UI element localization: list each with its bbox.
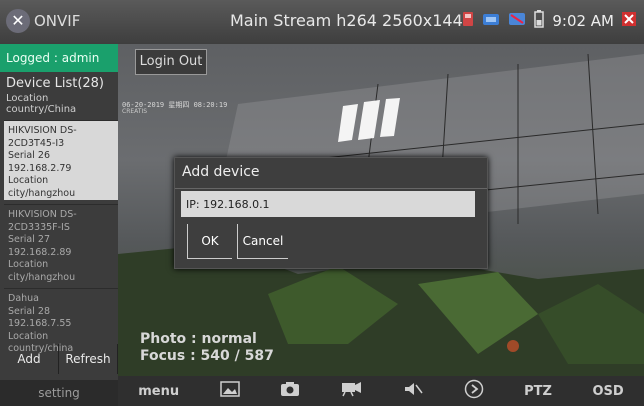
image-icon[interactable] (219, 381, 240, 401)
sidebar-actions: Add Refresh (0, 344, 118, 374)
title-bar: ✕ ONVIF Main Stream h264 2560x1440 9:02 … (0, 0, 644, 44)
refresh-button[interactable]: Refresh (59, 344, 118, 374)
focus-value: Focus : 540 / 587 (140, 348, 274, 364)
photo-info: Photo : normal Focus : 540 / 587 (140, 331, 274, 365)
bottom-toolbar: menu PTZ OSD (118, 376, 644, 406)
device-list-header: Device List(28) Location country/China (0, 76, 118, 115)
close-icon[interactable] (622, 11, 636, 31)
device-serial: Serial 26 (8, 150, 50, 161)
play-icon[interactable] (464, 379, 484, 403)
mute-icon[interactable] (403, 381, 423, 401)
usb-drive-icon (482, 11, 500, 31)
ptz-button[interactable]: PTZ (524, 384, 552, 399)
device-item[interactable]: Dahua Serial 28 192.168.7.55 Location co… (4, 288, 118, 354)
sd-card-icon (462, 11, 474, 31)
stream-title: Main Stream h264 2560x1440 (230, 11, 473, 30)
add-device-dialog: Add device OK Cancel (174, 157, 488, 269)
status-area: 9:02 AM (462, 10, 636, 32)
logged-user: Logged : admin (0, 44, 118, 72)
cancel-button[interactable]: Cancel (237, 224, 288, 259)
sidebar: Logged : admin Device List(28) Location … (0, 44, 118, 406)
device-name: Dahua (8, 293, 40, 304)
device-item[interactable]: HIKVISION DS-2CD3335F-IS Serial 27 192.1… (4, 204, 118, 283)
ip-input[interactable] (181, 191, 475, 217)
device-item[interactable]: HIKVISION DS-2CD3T45-I3 Serial 26 192.16… (4, 120, 118, 200)
clock: 9:02 AM (552, 12, 614, 30)
dialog-divider (175, 188, 487, 189)
camera-icon[interactable] (280, 381, 300, 401)
battery-icon (534, 10, 545, 32)
app-name: ONVIF (34, 12, 81, 30)
login-out-button[interactable]: Login Out (135, 49, 207, 75)
osd-button[interactable]: OSD (592, 384, 623, 399)
device-list-title: Device List(28) (6, 76, 105, 91)
device-location: Location city/hangzhou (8, 259, 76, 283)
osd-name: CREATIS (122, 108, 148, 115)
device-serial: Serial 28 (8, 305, 50, 317)
device-location: Location city/hangzhou (8, 175, 76, 199)
video-preview[interactable]: Login Out 06-20-2019 星期四 08:20:19 CREATI… (118, 44, 644, 376)
photo-mode: Photo : normal (140, 331, 257, 347)
device-name: HIKVISION DS-2CD3T45-I3 (8, 125, 77, 149)
onvif-logo-icon: ✕ (6, 9, 30, 33)
device-name: HIKVISION DS-2CD3335F-IS (8, 209, 77, 233)
device-list-location: Location country/China (6, 93, 77, 115)
device-serial: Serial 27 (8, 234, 50, 245)
ok-button[interactable]: OK (187, 224, 232, 259)
dialog-title: Add device (182, 164, 260, 180)
device-ip: 192.168.2.79 (8, 162, 72, 174)
device-ip: 192.168.7.55 (8, 318, 72, 329)
network-icon (508, 11, 526, 31)
add-button[interactable]: Add (0, 344, 59, 374)
menu-button[interactable]: menu (138, 384, 179, 399)
record-icon[interactable] (341, 381, 363, 401)
setting-button[interactable]: setting (0, 380, 118, 406)
device-ip: 192.168.2.89 (8, 246, 72, 258)
